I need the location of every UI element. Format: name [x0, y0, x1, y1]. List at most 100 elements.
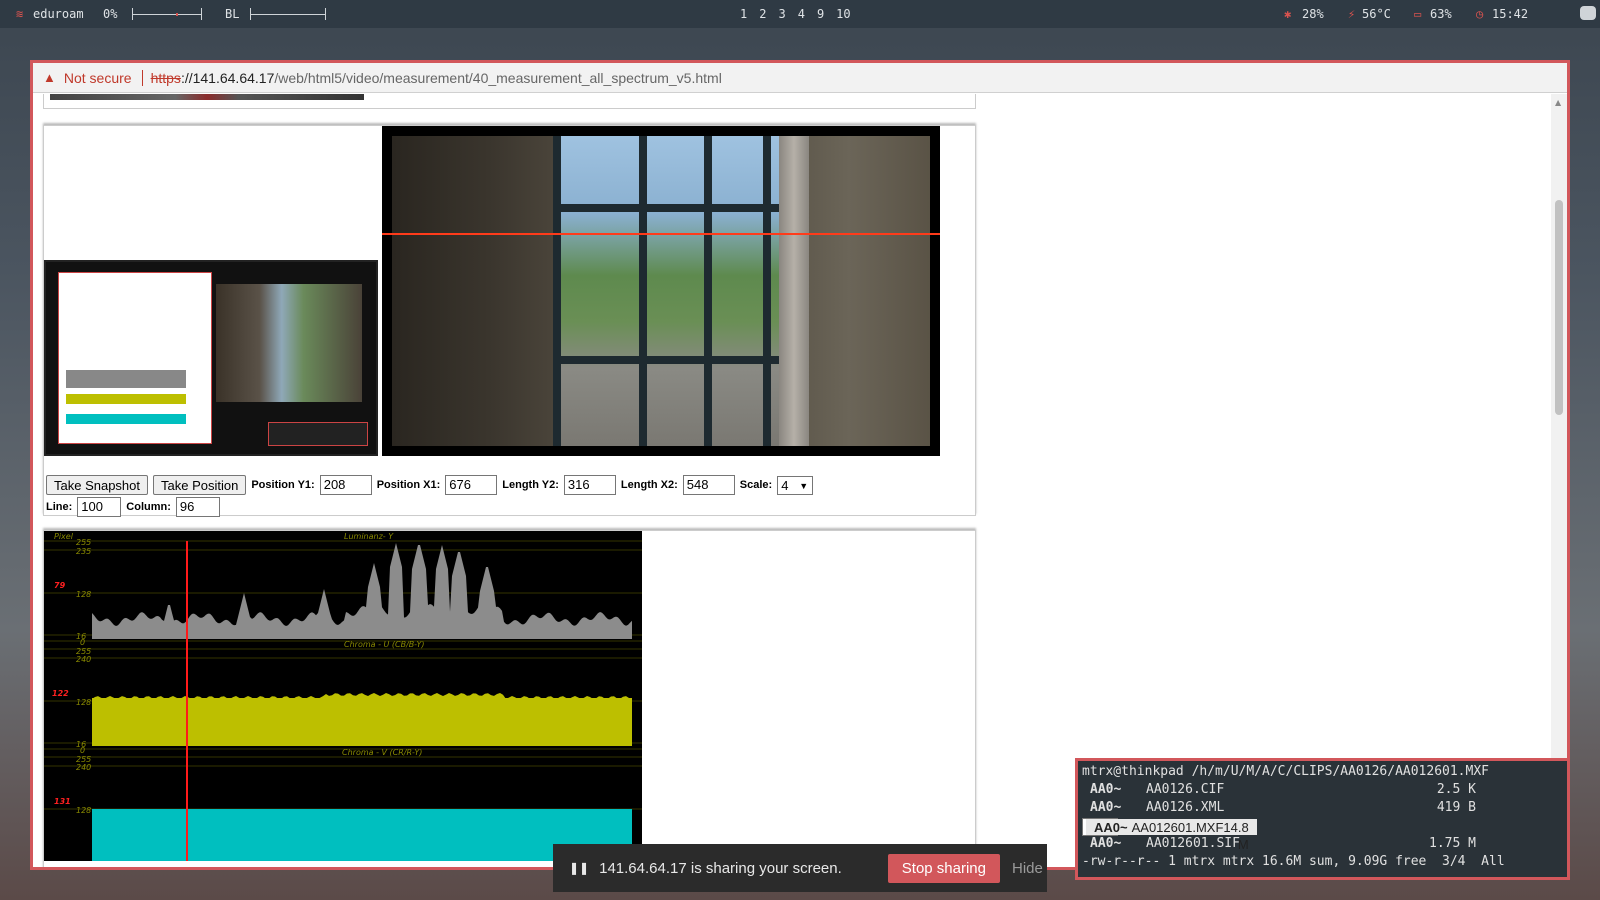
browser-window: ▲ Not secure https://141.64.64.17/web/ht…: [30, 60, 1570, 870]
backlight-slider[interactable]: [246, 7, 330, 21]
tick-128: 128: [76, 698, 91, 707]
status-bar: ≋ eduroam 0% BL 1 2 3 4 9 10 ✱ 28% ⚡ 56°…: [0, 0, 1600, 28]
url-host: ://141.64.64.17: [180, 69, 275, 86]
video-frame: [392, 136, 930, 446]
luma-title: Luminanz- Y: [344, 532, 394, 541]
u-waveform: [92, 698, 632, 746]
length-y2-input[interactable]: 316: [563, 475, 616, 495]
measurement-controls: Take Snapshot Take Position Position Y1:…: [44, 474, 814, 518]
previous-panel-image: [50, 94, 364, 100]
temperature: 56°C: [1362, 7, 1391, 21]
terminal-status: -rw-r--r-- 1 mtrx mtrx 16.6M sum, 9.09G …: [1082, 854, 1505, 869]
sharing-message: 141.64.64.17 is sharing your screen.: [599, 859, 842, 877]
tick-235: 235: [76, 547, 91, 556]
thumbnail-v: [66, 414, 186, 424]
workspace-10[interactable]: 10: [836, 7, 850, 21]
position-x1-label: Position X1:: [376, 479, 441, 491]
luma-waveform: [92, 543, 632, 639]
workspace-2[interactable]: 2: [759, 7, 766, 21]
waveform-scope: Pixel Luminanz- Y Chroma - U (CB/B-Y) Ch…: [44, 531, 642, 861]
workspace-9[interactable]: 9: [817, 7, 824, 21]
window-frame: [639, 136, 648, 446]
scroll-up-icon[interactable]: ▲: [1555, 98, 1561, 107]
scale-value: 4: [781, 477, 789, 493]
thumbnail-luma: [66, 370, 186, 388]
terminal-window: mtrx@thinkpad /h/m/U/M/A/C/CLIPS/AA0126/…: [1075, 758, 1570, 880]
scrollbar-thumb[interactable]: [1555, 200, 1563, 415]
waveform-panel: Pixel Luminanz- Y Chroma - U (CB/B-Y) Ch…: [43, 530, 976, 867]
pixel-label: Pixel: [54, 532, 74, 541]
video-pillar: [779, 136, 810, 446]
file-size: 1.75 M: [1429, 836, 1476, 851]
v-marker: 131: [54, 797, 71, 806]
url-path: /web/html5/video/measurement/40_measurem…: [274, 69, 722, 86]
temperature-icon: ⚡: [1348, 7, 1356, 21]
window-frame: [553, 136, 562, 446]
workspace-4[interactable]: 4: [798, 7, 805, 21]
hide-button[interactable]: Hide: [1012, 860, 1043, 877]
file-tag: AA0~: [1090, 782, 1122, 797]
scale-select[interactable]: 4 ▼: [777, 475, 814, 495]
take-position-button[interactable]: Take Position: [153, 475, 247, 495]
cpu-icon: ✱: [1284, 7, 1292, 21]
u-marker: 122: [52, 689, 69, 698]
clock: 15:42: [1492, 7, 1529, 21]
battery-icon: ▭: [1414, 7, 1422, 21]
tick-128: 128: [76, 806, 91, 815]
tick-128: 128: [76, 590, 91, 599]
window-frame: [704, 136, 713, 446]
thumbnail-u: [66, 394, 186, 404]
file-size: 419 B: [1436, 800, 1476, 815]
workspace-3[interactable]: 3: [778, 7, 785, 21]
position-y1-input[interactable]: 208: [319, 475, 372, 495]
page-scrollbar[interactable]: ▲: [1551, 94, 1567, 867]
tick-0: 0: [80, 746, 85, 755]
address-bar[interactable]: ▲ Not secure https://141.64.64.17/web/ht…: [33, 63, 1567, 93]
security-label[interactable]: Not secure: [64, 70, 132, 86]
take-snapshot-button[interactable]: Take Snapshot: [46, 475, 149, 495]
discord-icon[interactable]: [1580, 6, 1596, 20]
file-row[interactable]: AA0~ AA012601.SIF 1.75 M: [1082, 836, 1563, 854]
workspace-list: 1 2 3 4 9 10: [740, 7, 851, 21]
screen-sharing-bar: ❚❚ 141.64.64.17 is sharing your screen. …: [553, 844, 1047, 892]
position-y1-label: Position Y1:: [251, 479, 315, 491]
cpu-usage: 28%: [1302, 7, 1324, 21]
volume-level: 0%: [103, 7, 118, 21]
line-input[interactable]: 100: [77, 497, 122, 517]
tick-240: 240: [76, 655, 91, 664]
file-name: AA0126.CIF: [1146, 782, 1225, 797]
backlight-label: BL: [225, 7, 240, 21]
file-tag: AA0~: [1086, 819, 1128, 835]
scale-label: Scale:: [739, 479, 773, 491]
workspace-1[interactable]: 1: [740, 7, 747, 21]
length-x2-input[interactable]: 548: [682, 475, 735, 495]
pause-icon: ❚❚: [569, 861, 590, 875]
warning-icon: ▲: [43, 70, 56, 85]
file-tag: AA0~: [1090, 836, 1122, 851]
length-y2-label: Length Y2:: [502, 479, 559, 491]
length-x2-label: Length X2:: [620, 479, 678, 491]
file-name: AA012601.MXF: [1127, 819, 1224, 835]
window-frame: [553, 356, 780, 365]
file-row[interactable]: AA0~ AA0126.CIF 2.5 K: [1082, 782, 1563, 800]
column-input[interactable]: 96: [175, 497, 220, 517]
video-panel: Take Snapshot Take Position Position Y1:…: [43, 125, 976, 518]
tick-255: 255: [76, 538, 91, 547]
file-row-selected[interactable]: AA0~ AA012601.MXF 14.8 M: [1082, 818, 1257, 852]
page-content: Take Snapshot Take Position Position Y1:…: [33, 94, 1567, 867]
luma-marker: 79: [54, 581, 66, 590]
file-row[interactable]: AA0~ AA0126.XML 419 B: [1082, 800, 1563, 818]
snapshot-thumbnail: [44, 260, 378, 456]
file-name: AA0126.XML: [1146, 800, 1225, 815]
volume-slider[interactable]: [128, 7, 206, 21]
divider: [141, 69, 143, 86]
v-title: Chroma - V (CR/R-Y): [342, 748, 422, 757]
line-label: Line:: [46, 501, 73, 513]
video-player[interactable]: [382, 126, 940, 456]
stop-sharing-button[interactable]: Stop sharing: [887, 853, 1000, 883]
file-name: AA012601.SIF: [1146, 836, 1240, 851]
position-x1-input[interactable]: 676: [445, 475, 498, 495]
url-scheme: https: [150, 69, 181, 86]
scan-line: [382, 233, 940, 235]
waveform-graph: Pixel Luminanz- Y Chroma - U (CB/B-Y) Ch…: [44, 532, 642, 861]
